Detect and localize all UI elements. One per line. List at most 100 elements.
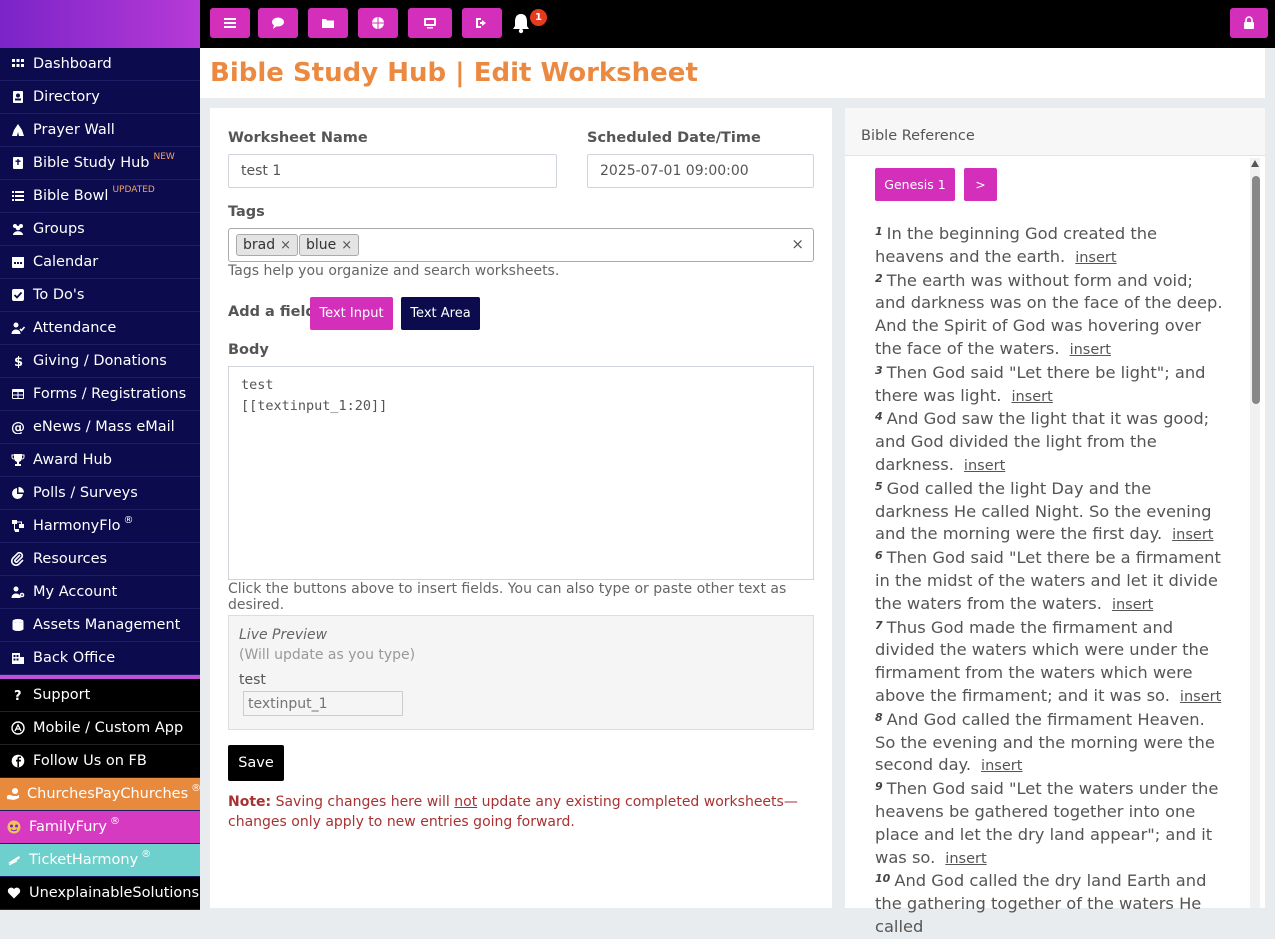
insert-verse-link[interactable]: insert [964, 458, 1005, 474]
sidebar-item-bible-bowl[interactable]: Bible Bowl UPDATED [0, 180, 200, 213]
verse-item: 4 And God saw the light that it was good;… [875, 408, 1225, 477]
insert-verse-link[interactable]: insert [1180, 689, 1221, 705]
body-label: Body [228, 342, 269, 358]
live-preview-box: Live Preview (Will update as you type) t… [228, 615, 814, 730]
sidebar-item-enews-mass-email[interactable]: @ eNews / Mass eMail [0, 411, 200, 444]
verse-item: 9 Then God said "Let the waters under the… [875, 778, 1225, 870]
sidebar-item-follow-us-on-fb[interactable]: Follow Us on FB [0, 745, 200, 778]
worksheet-name-input[interactable]: test 1 [228, 154, 557, 188]
lock-icon [1244, 16, 1254, 29]
nav-item-label: TicketHarmony [29, 852, 139, 868]
nav-item-label: Bible Bowl [33, 188, 109, 204]
body-line: test [241, 377, 274, 393]
sidebar-item-my-account[interactable]: My Account [0, 576, 200, 609]
sidebar-item-assets-management[interactable]: Assets Management [0, 609, 200, 642]
sidebar-item-resources[interactable]: Resources [0, 543, 200, 576]
chat-icon [272, 17, 284, 29]
chat-button[interactable] [258, 8, 298, 38]
sidebar-item-directory[interactable]: Directory [0, 81, 200, 114]
menu-toggle-button[interactable] [210, 8, 250, 38]
tag-chip: blue × [299, 234, 360, 256]
tag-remove-icon[interactable]: × [341, 238, 352, 253]
nav-item-label: Dashboard [33, 56, 112, 72]
monitor-icon [424, 18, 436, 29]
live-preview-title: Live Preview [239, 627, 328, 643]
note-label: Note: [228, 794, 272, 810]
scroll-up-icon[interactable] [1251, 160, 1259, 167]
insert-verse-link[interactable]: insert [945, 851, 986, 867]
insert-verse-link[interactable]: insert [1172, 527, 1213, 543]
brand-strip [0, 0, 200, 48]
partner-link-unexplainablesolutions[interactable]: UnexplainableSolutions [0, 877, 200, 910]
check-square-icon [10, 287, 26, 303]
sidebar-item-attendance[interactable]: Attendance [0, 312, 200, 345]
next-chapter-button[interactable]: > [964, 168, 997, 201]
clear-tags-icon[interactable]: × [791, 235, 804, 253]
text-area-button[interactable]: Text Area [401, 297, 480, 330]
partner-link-churchespaychurches[interactable]: ChurchesPayChurches ® [0, 778, 201, 811]
verse-text: And God saw the light that it was good; … [875, 409, 1210, 474]
partner-link-familyfury[interactable]: FamilyFury ® [0, 811, 200, 844]
sidebar-item-calendar[interactable]: Calendar [0, 246, 200, 279]
monitor-button[interactable] [408, 8, 452, 38]
nav-item-label: Polls / Surveys [33, 485, 138, 501]
nav-item-label: HarmonyFlo [33, 518, 121, 534]
bible-scrollbar[interactable] [1250, 158, 1260, 908]
registered-mark: ® [109, 815, 120, 827]
tags-input[interactable]: brad × blue × × [228, 228, 814, 262]
globe-button[interactable] [358, 8, 398, 38]
verse-number: 8 [875, 710, 883, 724]
insert-verse-link[interactable]: insert [1075, 250, 1116, 266]
nav-item-label: Groups [33, 221, 85, 237]
body-textarea[interactable]: test [[textinput_1:20]] [228, 366, 814, 580]
text-input-button[interactable]: Text Input [310, 297, 393, 330]
sidebar-item-groups[interactable]: Groups [0, 213, 200, 246]
sidebar-item-support[interactable]: ? Support [0, 679, 200, 712]
insert-verse-link[interactable]: insert [981, 758, 1022, 774]
sidebar-item-award-hub[interactable]: Award Hub [0, 444, 200, 477]
sidebar-item-forms-registrations[interactable]: Forms / Registrations [0, 378, 200, 411]
nav-item-label: Assets Management [33, 617, 181, 633]
praying-hands-icon [10, 122, 26, 138]
sidebar-item-giving-donations[interactable]: $ Giving / Donations [0, 345, 200, 378]
verse-item: 1 In the beginning God created the heaven… [875, 223, 1225, 270]
sidebar-item-back-office[interactable]: Back Office [0, 642, 200, 675]
sidebar-item-polls-surveys[interactable]: Polls / Surveys [0, 477, 200, 510]
chapter-button[interactable]: Genesis 1 [875, 168, 955, 201]
insert-verse-link[interactable]: insert [1112, 597, 1153, 613]
users-icon [10, 221, 26, 237]
bible-reference-card: Bible Reference Genesis 1 > 1 In the begi… [845, 108, 1265, 936]
worksheet-name-label: Worksheet Name [228, 130, 368, 146]
folder-button[interactable] [308, 8, 348, 38]
sidebar-item-harmonyflo[interactable]: HarmonyFlo ® [0, 510, 200, 543]
save-button[interactable]: Save [228, 745, 284, 781]
registered-mark: ® [123, 514, 134, 526]
scrollbar-thumb[interactable] [1252, 176, 1260, 404]
tag-remove-icon[interactable]: × [280, 238, 291, 253]
sign-out-button[interactable] [462, 8, 502, 38]
tag-chip-label: blue [306, 237, 337, 253]
tag-chip-label: brad [243, 237, 276, 253]
list-icon [10, 188, 26, 204]
sidebar-item-dashboard[interactable]: Dashboard [0, 48, 200, 81]
scheduled-date-input[interactable]: 2025-07-01 09:00:00 [587, 154, 814, 188]
nav-item-badge: NEW [153, 152, 175, 162]
nav-item-label: FamilyFury [29, 819, 107, 835]
sidebar-item-bible-study-hub[interactable]: Bible Study Hub NEW [0, 147, 200, 180]
notifications-bell[interactable] [510, 12, 532, 36]
preview-textinput-field[interactable] [243, 691, 403, 716]
note-text-pre: Saving changes here will [271, 794, 455, 810]
lock-button[interactable] [1230, 8, 1268, 38]
nav-item-label: Attendance [33, 320, 117, 336]
sidebar-item-mobile-custom-app[interactable]: Mobile / Custom App [0, 712, 200, 745]
verse-item: 6 Then God said "Let there be a firmament… [875, 547, 1225, 616]
insert-verse-link[interactable]: insert [1011, 389, 1052, 405]
nav-item-label: Bible Study Hub [33, 155, 150, 171]
insert-verse-link[interactable]: insert [1070, 342, 1111, 358]
tag-chip: brad × [236, 234, 299, 256]
partner-link-ticketharmony[interactable]: TicketHarmony ® [0, 844, 200, 877]
nav-item-label: My Account [33, 584, 118, 600]
sidebar-item-to-do-s[interactable]: To Do's [0, 279, 200, 312]
body-line: [[textinput_1:20]] [241, 398, 388, 414]
sidebar-item-prayer-wall[interactable]: Prayer Wall [0, 114, 200, 147]
